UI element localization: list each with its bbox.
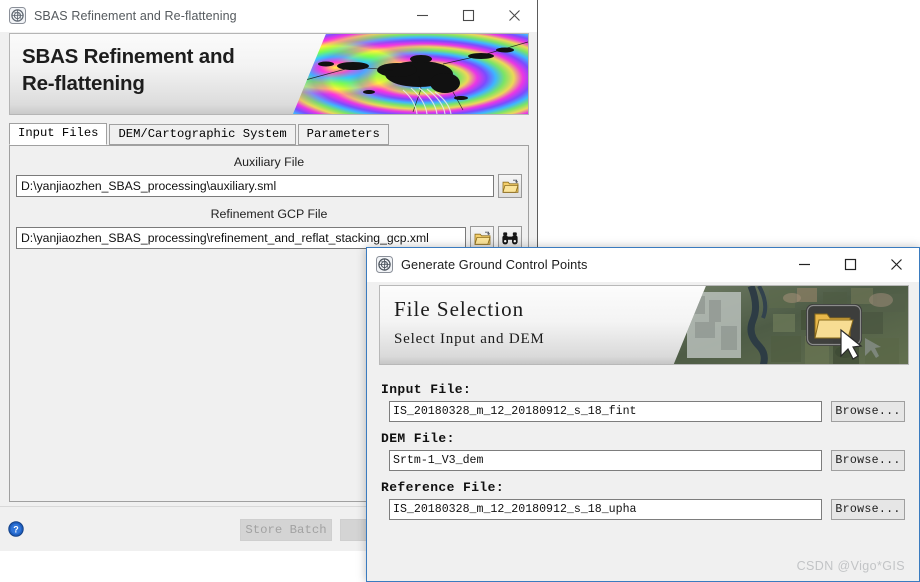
refinement-gcp-file-label: Refinement GCP File bbox=[210, 207, 328, 221]
satellite-aerial-image bbox=[673, 286, 908, 364]
close-icon[interactable] bbox=[491, 0, 537, 31]
dialog-file-selection-body: Input File: IS_20180328_m_12_20180912_s_… bbox=[367, 373, 919, 581]
dem-file-input[interactable]: Srtm-1_V3_dem bbox=[389, 450, 822, 471]
tab-dem-cartographic-system[interactable]: DEM/Cartographic System bbox=[109, 124, 296, 145]
reference-file-input[interactable]: IS_20180328_m_12_20180912_s_18_upha bbox=[389, 499, 822, 520]
auxiliary-file-label: Auxiliary File bbox=[233, 155, 305, 169]
background-window-title: SBAS Refinement and Re-flattening bbox=[34, 8, 237, 23]
minimize-icon[interactable] bbox=[399, 0, 445, 31]
background-window-titlebar[interactable]: SBAS Refinement and Re-flattening bbox=[0, 0, 537, 32]
screen-root: SBAS Refinement and Re-flattening SBAS R… bbox=[0, 0, 920, 582]
dialog-title: Generate Ground Control Points bbox=[401, 257, 588, 272]
reference-file-browse-button[interactable]: Browse... bbox=[831, 499, 905, 520]
input-tabs: Input Files DEM/Cartographic System Para… bbox=[9, 123, 529, 146]
refinement-gcp-file-input[interactable]: D:\yanjiaozhen_SBAS_processing\refinemen… bbox=[16, 227, 466, 249]
sbas-banner: SBAS Refinement and Re-flattening bbox=[9, 33, 529, 115]
sbas-banner-title-line1: SBAS Refinement and bbox=[22, 45, 235, 68]
background-window-controls bbox=[399, 0, 537, 31]
dialog-window-controls bbox=[781, 249, 919, 280]
dialog-banner-subtitle: Select Input and DEM bbox=[394, 331, 545, 347]
csdn-watermark: CSDN @Vigo*GIS bbox=[796, 559, 905, 573]
auxiliary-file-folder-open-icon[interactable] bbox=[498, 174, 522, 198]
dialog-banner: File Selection Select Input and DEM bbox=[379, 285, 909, 365]
sbas-banner-title-line2: Re-flattening bbox=[22, 72, 145, 96]
reference-file-label: Reference File: bbox=[381, 480, 505, 495]
dialog-close-icon[interactable] bbox=[873, 249, 919, 280]
auxiliary-file-row: D:\yanjiaozhen_SBAS_processing\auxiliary… bbox=[10, 174, 528, 198]
input-file-label: Input File: bbox=[381, 382, 472, 397]
svg-text:?: ? bbox=[13, 525, 19, 535]
generate-ground-control-points-dialog: Generate Ground Control Points File Sele… bbox=[366, 247, 920, 582]
dialog-maximize-icon[interactable] bbox=[827, 249, 873, 280]
maximize-icon[interactable] bbox=[445, 0, 491, 31]
tab-parameters[interactable]: Parameters bbox=[297, 124, 389, 145]
dem-file-label: DEM File: bbox=[381, 431, 455, 446]
input-file-row: IS_20180328_m_12_20180912_s_18_fint Brow… bbox=[381, 401, 905, 422]
dem-file-row: Srtm-1_V3_dem Browse... bbox=[381, 450, 905, 471]
dialog-minimize-icon[interactable] bbox=[781, 249, 827, 280]
input-file-browse-button[interactable]: Browse... bbox=[831, 401, 905, 422]
auxiliary-file-input[interactable]: D:\yanjiaozhen_SBAS_processing\auxiliary… bbox=[16, 175, 494, 197]
reference-file-row: IS_20180328_m_12_20180912_s_18_upha Brow… bbox=[381, 499, 905, 520]
app-globe-icon bbox=[9, 7, 26, 24]
dialog-titlebar[interactable]: Generate Ground Control Points bbox=[367, 248, 919, 282]
tab-input-files[interactable]: Input Files bbox=[9, 123, 108, 145]
sbas-banner-title: SBAS Refinement and Re-flattening bbox=[22, 43, 235, 98]
dialog-banner-title: File Selection bbox=[394, 297, 525, 321]
input-file-input[interactable]: IS_20180328_m_12_20180912_s_18_fint bbox=[389, 401, 822, 422]
store-batch-button[interactable]: Store Batch bbox=[240, 519, 332, 541]
dialog-app-globe-icon bbox=[376, 256, 393, 273]
interferogram-fringe-image bbox=[293, 34, 528, 114]
help-question-icon[interactable]: ? bbox=[8, 521, 24, 537]
dem-file-browse-button[interactable]: Browse... bbox=[831, 450, 905, 471]
